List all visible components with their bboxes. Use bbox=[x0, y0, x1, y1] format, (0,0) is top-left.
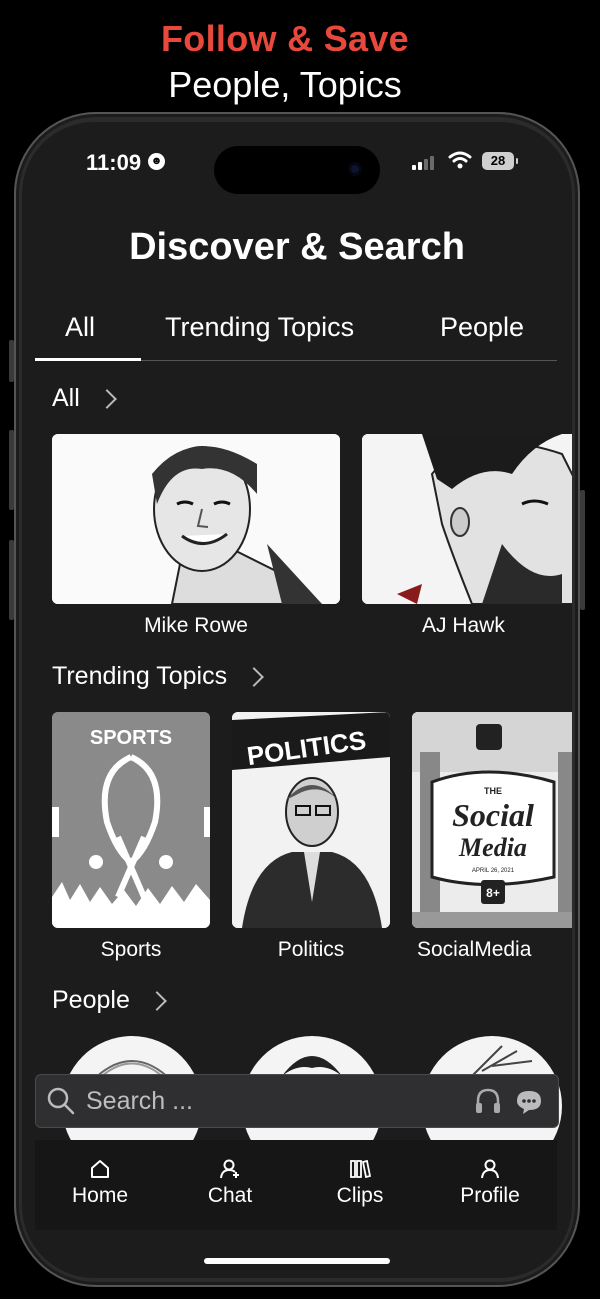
section-title: All bbox=[52, 384, 80, 412]
search-bar[interactable]: Search ... bbox=[35, 1074, 559, 1128]
nav-clips[interactable]: Clips bbox=[295, 1140, 425, 1230]
battery-icon: 28 bbox=[482, 152, 518, 170]
promo-subtitle: People, Topics bbox=[168, 64, 402, 105]
social-media-art-text-5: 8+ bbox=[486, 886, 500, 900]
volume-down-button bbox=[9, 540, 14, 620]
chat-person-icon bbox=[220, 1159, 239, 1179]
volume-up-button bbox=[9, 430, 14, 510]
bottom-nav: Home Chat Clips Profile bbox=[35, 1140, 557, 1230]
social-media-artwork: THE Social Media APRIL 26, 2021 8+ bbox=[412, 712, 572, 928]
nav-clips-label: Clips bbox=[336, 1184, 384, 1207]
section-header-people[interactable]: People bbox=[52, 986, 167, 1015]
section-header-all[interactable]: All bbox=[52, 384, 117, 413]
person-name-mike-rowe: Mike Rowe bbox=[144, 614, 248, 637]
cellular-signal-icon bbox=[412, 156, 440, 170]
tab-trending-topics[interactable]: Trending Topics bbox=[165, 312, 354, 343]
chevron-right-icon bbox=[244, 666, 265, 687]
segment-tabs: All Trending Topics People bbox=[35, 300, 557, 361]
nav-chat-label: Chat bbox=[207, 1184, 253, 1207]
social-media-art-text-3: Media bbox=[458, 833, 527, 862]
action-button bbox=[9, 340, 14, 382]
sports-art-text: SPORTS bbox=[90, 727, 172, 749]
profile-icon bbox=[481, 1159, 499, 1179]
home-icon bbox=[91, 1160, 109, 1178]
chat-bubble-icon[interactable] bbox=[514, 1087, 544, 1117]
tab-all[interactable]: All bbox=[65, 312, 95, 343]
dynamic-island bbox=[214, 146, 380, 194]
nav-home[interactable]: Home bbox=[35, 1140, 165, 1230]
person-card-mike-rowe[interactable] bbox=[52, 434, 340, 604]
search-input[interactable]: Search ... bbox=[86, 1087, 193, 1116]
status-time: 11:09 bbox=[86, 150, 142, 175]
headphones-icon[interactable] bbox=[473, 1086, 503, 1116]
active-tab-indicator bbox=[35, 358, 141, 361]
mike-rowe-portrait bbox=[52, 434, 340, 604]
chevron-right-icon bbox=[146, 990, 167, 1011]
person-name-aj-hawk: AJ Hawk bbox=[422, 614, 505, 637]
social-media-art-text-1: THE bbox=[484, 786, 502, 796]
search-icon bbox=[47, 1087, 75, 1115]
sports-artwork: SPORTS bbox=[52, 712, 210, 928]
home-indicator[interactable] bbox=[204, 1258, 390, 1264]
clips-icon bbox=[350, 1159, 371, 1179]
nav-home-label: Home bbox=[71, 1184, 129, 1207]
person-card-aj-hawk[interactable] bbox=[362, 434, 572, 604]
power-button bbox=[580, 490, 585, 610]
section-header-trending-topics[interactable]: Trending Topics bbox=[52, 662, 265, 691]
nav-chat[interactable]: Chat bbox=[165, 1140, 295, 1230]
page-title: Discover & Search bbox=[129, 226, 465, 268]
wifi-icon bbox=[448, 151, 472, 169]
topic-name-social-media: SocialMedia bbox=[417, 938, 532, 961]
section-title: People bbox=[52, 986, 130, 1014]
phone-screen: 11:09 ☻ 28 Discover & Search All Trendin… bbox=[22, 122, 572, 1278]
smile-icon: ☻ bbox=[148, 153, 165, 170]
nav-profile-label: Profile bbox=[460, 1184, 520, 1207]
tab-people[interactable]: People bbox=[440, 312, 524, 343]
nav-profile[interactable]: Profile bbox=[425, 1140, 555, 1230]
topic-name-politics: Politics bbox=[277, 938, 345, 961]
topic-card-politics[interactable]: POLITICS bbox=[232, 712, 390, 928]
chevron-right-icon bbox=[96, 388, 117, 409]
topic-name-sports: Sports bbox=[100, 938, 162, 961]
topic-card-sports[interactable]: SPORTS bbox=[52, 712, 210, 928]
social-media-art-text-4: APRIL 26, 2021 bbox=[472, 868, 515, 874]
aj-hawk-portrait bbox=[362, 434, 572, 604]
promo-title: Follow & Save bbox=[161, 18, 409, 59]
section-title: Trending Topics bbox=[52, 662, 228, 690]
politics-artwork: POLITICS bbox=[232, 712, 390, 928]
topic-card-social-media[interactable]: THE Social Media APRIL 26, 2021 8+ bbox=[412, 712, 572, 928]
camera-icon bbox=[348, 162, 362, 176]
social-media-art-text-2: Social bbox=[452, 797, 534, 833]
